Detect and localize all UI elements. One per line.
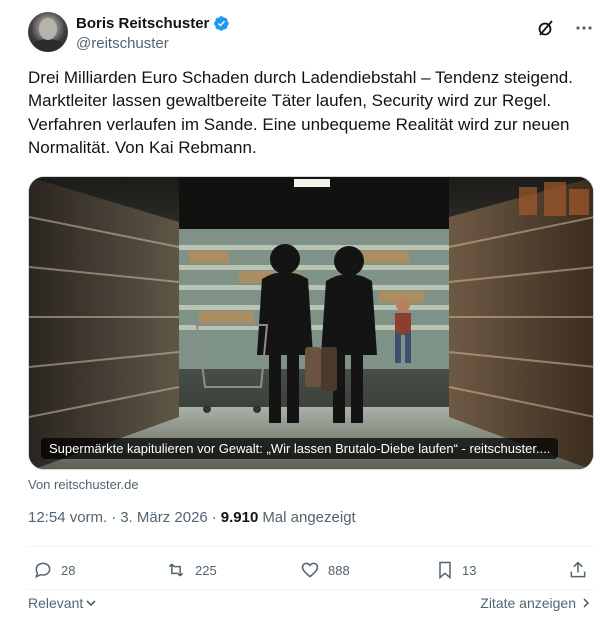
meta-separator: ·: [111, 509, 117, 526]
reply-count: 28: [61, 562, 76, 578]
view-count: 9.910: [220, 509, 259, 526]
author-name[interactable]: Boris Reitschuster: [76, 15, 209, 32]
avatar[interactable]: [28, 12, 68, 52]
like-button[interactable]: 888: [300, 560, 350, 580]
like-icon: [301, 562, 319, 578]
tweet-time[interactable]: 12:54 vorm.: [28, 509, 107, 526]
bookmark-icon: [439, 561, 451, 580]
like-count: 888: [328, 562, 350, 578]
bookmark-count: 13: [462, 562, 477, 578]
tweet-meta: 12:54 vorm. · 3. März 2026 · 9.910 Mal a…: [28, 509, 356, 526]
link-card[interactable]: Supermärkte kapitulieren vor Gewalt: „Wi…: [28, 176, 594, 470]
bookmark-button[interactable]: 13: [436, 560, 476, 580]
relevance-sort-button[interactable]: Relevant: [28, 595, 97, 611]
reply-sort-bar: Relevant Zitate anzeigen: [28, 595, 594, 615]
chevron-down-icon: [86, 600, 96, 607]
action-bar: 28 225 888 13: [28, 560, 594, 584]
divider-bottom: [28, 589, 594, 590]
grok-icon[interactable]: [536, 18, 556, 38]
repost-count: 225: [195, 562, 217, 578]
supermarket-photo: [29, 177, 593, 469]
quotes-label: Zitate anzeigen: [480, 595, 576, 611]
author-handle[interactable]: @reitschuster: [76, 35, 169, 52]
card-title[interactable]: Supermärkte kapitulieren vor Gewalt: „Wi…: [41, 438, 559, 459]
share-icon: [570, 561, 586, 578]
reply-icon: [35, 562, 51, 579]
repost-button[interactable]: 225: [165, 560, 217, 580]
meta-separator-2: ·: [211, 509, 217, 526]
reply-button[interactable]: 28: [33, 560, 75, 580]
tweet-header: Boris Reitschuster @reitschuster: [28, 12, 598, 54]
relevance-label: Relevant: [28, 595, 84, 611]
view-quotes-link[interactable]: Zitate anzeigen: [480, 595, 592, 611]
repost-icon: [168, 563, 184, 577]
chevron-right-icon: [583, 598, 590, 608]
tweet-date[interactable]: 3. März 2026: [120, 509, 208, 526]
view-label: Mal angezeigt: [262, 509, 356, 526]
share-button[interactable]: [568, 560, 588, 580]
verified-badge-icon: [214, 16, 230, 31]
more-icon[interactable]: [574, 18, 594, 38]
author-name-line[interactable]: Boris Reitschuster: [76, 15, 230, 32]
tweet-text: Drei Milliarden Euro Schaden durch Laden…: [28, 68, 573, 158]
card-source[interactable]: Von reitschuster.de: [28, 477, 139, 492]
divider-top: [28, 546, 594, 547]
